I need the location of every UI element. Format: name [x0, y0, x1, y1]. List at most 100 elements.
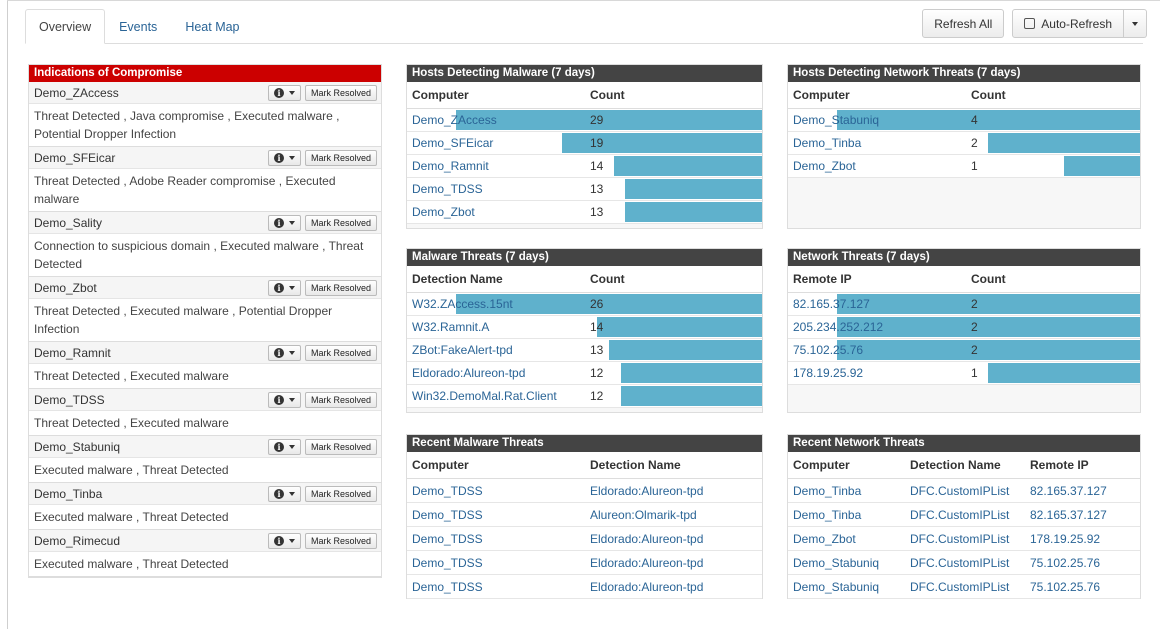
table-cell[interactable]: DFC.CustomIPList	[905, 508, 1025, 522]
table-cell[interactable]: 82.165.37.127	[1025, 484, 1135, 498]
table-cell[interactable]: Demo_TDSS	[407, 556, 585, 570]
info-dropdown-button[interactable]: i	[267, 486, 301, 502]
ioc-actions: i Mark Resolved	[267, 486, 377, 502]
ioc-host-name[interactable]: Demo_Sality	[34, 216, 102, 230]
column-header-count: Count	[971, 88, 1006, 102]
info-dropdown-button[interactable]: i	[267, 345, 301, 361]
malware-threats-widget: Malware Threats (7 days) Detection Name …	[406, 248, 763, 413]
mark-resolved-button[interactable]: Mark Resolved	[304, 85, 377, 101]
host-row-name[interactable]: Demo_ZAccess	[407, 113, 585, 127]
table-cell[interactable]: Eldorado:Alureon-tpd	[585, 532, 755, 546]
ioc-description: Threat Detected , Executed malware , Pot…	[34, 304, 333, 336]
host-row: Demo_SFEicar 19	[407, 132, 762, 155]
mark-resolved-button[interactable]: Mark Resolved	[304, 486, 377, 502]
table-cell[interactable]: Eldorado:Alureon-tpd	[585, 580, 755, 594]
ioc-item: Demo_TDSS i Mark Resolved Threat Detected ,…	[29, 389, 381, 436]
ioc-host-name[interactable]: Demo_ZAccess	[34, 86, 119, 100]
table-cell[interactable]: Eldorado:Alureon-tpd	[585, 484, 755, 498]
host-row: Demo_TDSS 13	[407, 178, 762, 201]
ioc-actions: i Mark Resolved	[267, 215, 377, 231]
ioc-description: Threat Detected , Java compromise , Exec…	[34, 109, 340, 141]
widget-title: Hosts Detecting Network Threats (7 days)	[788, 65, 1140, 82]
ioc-host-name[interactable]: Demo_Tinba	[34, 487, 102, 501]
remote-ip-row-count: 2	[971, 297, 978, 311]
info-dropdown-button[interactable]: i	[267, 439, 301, 455]
table-cell[interactable]: 75.102.25.76	[1025, 580, 1135, 594]
tab-events[interactable]: Events	[105, 9, 171, 44]
table-cell[interactable]: Demo_TDSS	[407, 508, 585, 522]
ioc-host-name[interactable]: Demo_SFEicar	[34, 151, 115, 165]
auto-refresh-dropdown-button[interactable]	[1124, 9, 1147, 38]
table-cell[interactable]: DFC.CustomIPList	[905, 556, 1025, 570]
threat-row-name[interactable]: W32.ZAccess.15nt	[407, 297, 585, 311]
threat-row-name[interactable]: Eldorado:Alureon-tpd	[407, 366, 585, 380]
checkbox-icon[interactable]	[1024, 18, 1036, 29]
table-cell[interactable]: Demo_Tinba	[788, 484, 905, 498]
table-cell[interactable]: 75.102.25.76	[1025, 556, 1135, 570]
mark-resolved-button[interactable]: Mark Resolved	[304, 345, 377, 361]
column-header-detection-name: Detection Name	[590, 458, 681, 472]
host-row: Demo_Zbot 13	[407, 201, 762, 224]
remote-ip-row-name[interactable]: 205.234.252.212	[788, 320, 966, 334]
auto-refresh-toggle[interactable]: Auto-Refresh	[1012, 9, 1124, 38]
hosts-detecting-network-threats-widget: Hosts Detecting Network Threats (7 days)…	[787, 64, 1141, 229]
host-row-name[interactable]: Demo_Ramnit	[407, 159, 585, 173]
table-cell[interactable]: Demo_TDSS	[407, 484, 585, 498]
ioc-item: Demo_Sality i Mark Resolved Connection to s…	[29, 212, 381, 277]
table-cell[interactable]: 178.19.25.92	[1025, 532, 1135, 546]
info-dropdown-button[interactable]: i	[267, 150, 301, 166]
info-dropdown-button[interactable]: i	[267, 392, 301, 408]
widget-title: Recent Malware Threats	[407, 435, 762, 452]
info-dropdown-button[interactable]: i	[267, 280, 301, 296]
host-row-name[interactable]: Demo_Zbot	[788, 159, 966, 173]
info-dropdown-button[interactable]: i	[267, 85, 301, 101]
auto-refresh-group: Auto-Refresh	[1012, 9, 1147, 38]
mark-resolved-button[interactable]: Mark Resolved	[304, 439, 377, 455]
threat-row: W32.Ramnit.A 14	[407, 316, 762, 339]
mark-resolved-button[interactable]: Mark Resolved	[304, 280, 377, 296]
ioc-host-name[interactable]: Demo_TDSS	[34, 393, 105, 407]
table-cell[interactable]: Eldorado:Alureon-tpd	[585, 556, 755, 570]
remote-ip-row-name[interactable]: 178.19.25.92	[788, 366, 966, 380]
table-cell[interactable]: Demo_TDSS	[407, 580, 585, 594]
host-row-name[interactable]: Demo_Tinba	[788, 136, 966, 150]
threat-row-name[interactable]: W32.Ramnit.A	[407, 320, 585, 334]
widget-title: Recent Network Threats	[788, 435, 1140, 452]
table-cell[interactable]: Demo_TDSS	[407, 532, 585, 546]
table-row: Demo_Tinba DFC.CustomIPList 82.165.37.127	[788, 503, 1140, 527]
ioc-host-name[interactable]: Demo_Stabuniq	[34, 440, 120, 454]
host-row-name[interactable]: Demo_Zbot	[407, 205, 585, 219]
ioc-host-name[interactable]: Demo_Ramnit	[34, 346, 111, 360]
ioc-host-name[interactable]: Demo_Zbot	[34, 281, 97, 295]
table-cell[interactable]: DFC.CustomIPList	[905, 532, 1025, 546]
host-row-name[interactable]: Demo_Stabuniq	[788, 113, 966, 127]
ioc-host-name[interactable]: Demo_Rimecud	[34, 534, 120, 548]
table-cell[interactable]: Demo_Stabuniq	[788, 580, 905, 594]
remote-ip-row-name[interactable]: 75.102.25.76	[788, 343, 966, 357]
threat-row-name[interactable]: ZBot:FakeAlert-tpd	[407, 343, 585, 357]
info-dropdown-button[interactable]: i	[267, 533, 301, 549]
info-dropdown-button[interactable]: i	[267, 215, 301, 231]
host-row-name[interactable]: Demo_SFEicar	[407, 136, 585, 150]
host-row-name[interactable]: Demo_TDSS	[407, 182, 585, 196]
table-cell[interactable]: Demo_Zbot	[788, 532, 905, 546]
remote-ip-row-name[interactable]: 82.165.37.127	[788, 297, 966, 311]
table-cell[interactable]: 82.165.37.127	[1025, 508, 1135, 522]
table-cell[interactable]: Demo_Tinba	[788, 508, 905, 522]
table-cell[interactable]: Alureon:Olmarik-tpd	[585, 508, 755, 522]
threat-row-name[interactable]: Win32.DemoMal.Rat.Client	[407, 389, 585, 403]
table-cell[interactable]: DFC.CustomIPList	[905, 580, 1025, 594]
table-cell[interactable]: Demo_Stabuniq	[788, 556, 905, 570]
info-icon: i	[273, 218, 284, 228]
tab-heat-map[interactable]: Heat Map	[171, 9, 253, 44]
ioc-actions: i Mark Resolved	[267, 150, 377, 166]
refresh-all-button[interactable]: Refresh All	[922, 9, 1005, 38]
caret-down-icon	[288, 492, 295, 496]
mark-resolved-button[interactable]: Mark Resolved	[304, 150, 377, 166]
mark-resolved-button[interactable]: Mark Resolved	[304, 533, 377, 549]
bar-table-body: Demo_Stabuniq 4 Demo_Tinba 2 Demo_Zbot 1	[788, 109, 1140, 178]
mark-resolved-button[interactable]: Mark Resolved	[304, 215, 377, 231]
tab-overview[interactable]: Overview	[25, 9, 106, 44]
mark-resolved-button[interactable]: Mark Resolved	[304, 392, 377, 408]
table-cell[interactable]: DFC.CustomIPList	[905, 484, 1025, 498]
